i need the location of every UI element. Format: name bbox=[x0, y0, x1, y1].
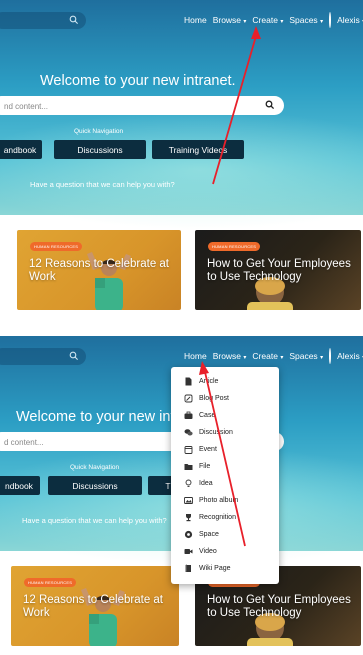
nav-user[interactable]: Alexis ▾ bbox=[337, 351, 363, 361]
nav-browse-label: Browse bbox=[212, 15, 242, 25]
top-nav: Home Browse ▾ Create ▾ Spaces ▾ Alexis ▾ bbox=[184, 12, 363, 28]
nav-spaces[interactable]: Spaces ▾ bbox=[289, 15, 323, 25]
menu-item-space[interactable]: Space bbox=[171, 526, 279, 543]
quick-nav-discussions-button[interactable]: Discussions bbox=[48, 476, 142, 495]
card-title: 12 Reasons to Celebrate at Work bbox=[29, 258, 170, 283]
hero-banner: Home Browse ▾ Create ▾ Spaces ▾ Alexis ▾… bbox=[0, 0, 363, 230]
welcome-heading: Welcome to your new intranet. bbox=[40, 73, 236, 89]
article-card[interactable]: HUMAN RESOURCES 12 Reasons to Celebrate … bbox=[17, 230, 181, 310]
case-icon bbox=[184, 411, 193, 420]
nav-browse[interactable]: Browse ▾ bbox=[213, 15, 247, 25]
nav-spaces[interactable]: Spaces ▾ bbox=[289, 351, 323, 361]
menu-item-file[interactable]: File bbox=[171, 458, 279, 475]
hero-glow bbox=[0, 110, 363, 230]
nav-user[interactable]: Alexis ▾ bbox=[337, 15, 363, 25]
avatar[interactable] bbox=[329, 348, 332, 364]
category-tag: HUMAN RESOURCES bbox=[30, 242, 83, 251]
menu-item-label: Space bbox=[199, 531, 219, 538]
menu-item-label: Blog Post bbox=[199, 395, 229, 402]
screenshot-before: Home Browse ▾ Create ▾ Spaces ▾ Alexis ▾… bbox=[0, 0, 363, 319]
quick-nav-handbook-button[interactable]: andbook bbox=[0, 140, 42, 159]
menu-item-article[interactable]: Article bbox=[171, 373, 279, 390]
menu-item-idea[interactable]: Idea bbox=[171, 475, 279, 492]
header-search[interactable] bbox=[0, 348, 86, 365]
search-input[interactable] bbox=[2, 98, 256, 114]
menu-item-label: Recognition bbox=[199, 514, 236, 521]
menu-item-label: Article bbox=[199, 378, 219, 385]
search-icon[interactable] bbox=[265, 100, 275, 110]
quick-nav-training-videos-button[interactable]: Training Videos bbox=[152, 140, 244, 159]
category-tag: HUMAN RESOURCES bbox=[24, 578, 77, 587]
menu-item-label: Discussion bbox=[199, 429, 233, 436]
nav-home[interactable]: Home bbox=[184, 351, 207, 361]
wiki-page-icon bbox=[184, 564, 193, 573]
menu-item-photo-album[interactable]: Photo album bbox=[171, 492, 279, 509]
menu-item-wiki-page[interactable]: Wiki Page bbox=[171, 560, 279, 577]
article-icon bbox=[184, 377, 193, 386]
quick-nav-handbook-button[interactable]: ndbook bbox=[0, 476, 40, 495]
screenshot-after: Home Browse ▾ Create ▾ Spaces ▾ Alexis ▾… bbox=[0, 336, 363, 655]
avatar[interactable] bbox=[329, 12, 332, 28]
chevron-down-icon: ▾ bbox=[280, 355, 284, 361]
chevron-down-icon: ▾ bbox=[320, 19, 324, 25]
file-icon bbox=[184, 462, 193, 471]
quick-nav-discussions-button[interactable]: Discussions bbox=[54, 140, 146, 159]
menu-item-label: Photo album bbox=[199, 497, 239, 504]
help-question: Have a question that we can help you wit… bbox=[22, 516, 167, 525]
chevron-down-icon: ▾ bbox=[243, 355, 247, 361]
photo-album-icon bbox=[184, 496, 193, 505]
article-card[interactable]: HUMAN RESOURCES How to Get Your Employee… bbox=[195, 230, 361, 310]
menu-item-label: Idea bbox=[199, 480, 213, 487]
chevron-down-icon: ▾ bbox=[320, 355, 324, 361]
nav-user-label: Alexis bbox=[337, 351, 360, 361]
article-card[interactable]: HUMAN RESOURCES 12 Reasons to Celebrate … bbox=[11, 566, 179, 646]
menu-item-label: File bbox=[199, 463, 211, 470]
card-title: 12 Reasons to Celebrate at Work bbox=[23, 594, 164, 619]
nav-home[interactable]: Home bbox=[184, 15, 207, 25]
help-question: Have a question that we can help you wit… bbox=[30, 180, 175, 189]
category-tag: HUMAN RESOURCES bbox=[208, 242, 261, 251]
nav-user-label: Alexis bbox=[337, 15, 360, 25]
menu-item-label: Video bbox=[199, 548, 217, 555]
menu-item-label: Case bbox=[199, 412, 216, 419]
menu-item-label: Event bbox=[199, 446, 217, 453]
nav-create[interactable]: Create ▾ bbox=[252, 351, 283, 361]
idea-icon bbox=[184, 479, 193, 488]
menu-item-recognition[interactable]: Recognition bbox=[171, 509, 279, 526]
chevron-down-icon: ▾ bbox=[243, 19, 247, 25]
blog-post-icon bbox=[184, 394, 193, 403]
space-icon bbox=[184, 530, 193, 539]
menu-item-video[interactable]: Video bbox=[171, 543, 279, 560]
top-nav: Home Browse ▾ Create ▾ Spaces ▾ Alexis ▾ bbox=[184, 348, 363, 364]
menu-item-case[interactable]: Case bbox=[171, 407, 279, 424]
create-dropdown-menu: Article Blog Post Case Discussion Event … bbox=[171, 367, 279, 584]
quick-navigation-label: Quick Navigation bbox=[70, 464, 120, 471]
card-title: How to Get Your Employees to Use Technol… bbox=[207, 258, 351, 283]
search-icon bbox=[69, 15, 78, 24]
nav-create-label: Create bbox=[252, 351, 278, 361]
menu-item-discussion[interactable]: Discussion bbox=[171, 424, 279, 441]
nav-browse-label: Browse bbox=[212, 351, 242, 361]
quick-navigation-label: Quick Navigation bbox=[74, 128, 124, 135]
nav-create-label: Create bbox=[252, 15, 278, 25]
header-search[interactable] bbox=[0, 12, 86, 29]
nav-spaces-label: Spaces bbox=[289, 15, 318, 25]
search-icon bbox=[69, 351, 78, 360]
content-search bbox=[0, 96, 284, 115]
video-icon bbox=[184, 547, 193, 556]
nav-spaces-label: Spaces bbox=[289, 351, 318, 361]
event-icon bbox=[184, 445, 193, 454]
nav-create[interactable]: Create ▾ bbox=[252, 15, 283, 25]
menu-item-event[interactable]: Event bbox=[171, 441, 279, 458]
menu-item-label: Wiki Page bbox=[199, 565, 231, 572]
menu-item-blog-post[interactable]: Blog Post bbox=[171, 390, 279, 407]
nav-browse[interactable]: Browse ▾ bbox=[213, 351, 247, 361]
card-title: How to Get Your Employees to Use Technol… bbox=[207, 594, 351, 619]
discussion-icon bbox=[184, 428, 193, 437]
chevron-down-icon: ▾ bbox=[280, 19, 284, 25]
recognition-icon bbox=[184, 513, 193, 522]
